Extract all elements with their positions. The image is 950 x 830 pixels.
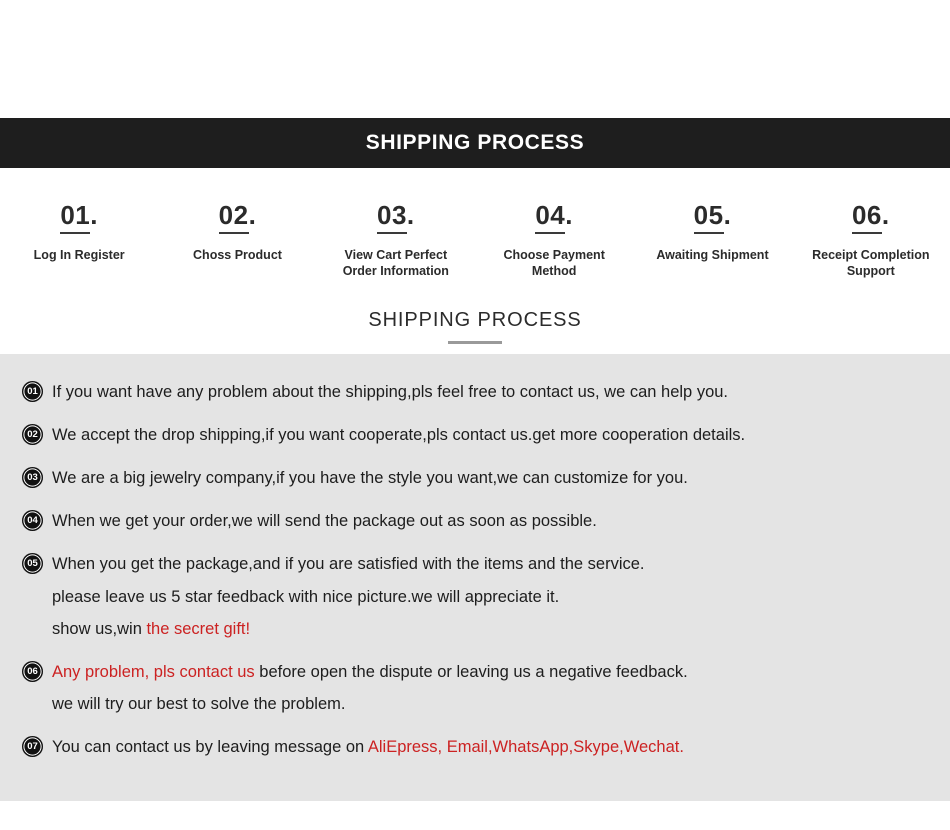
faq-text-line: When you get the package,and if you are … [52,548,645,580]
faq-text: We accept the drop shipping,if you want … [52,419,745,451]
faq-text-line: we will try our best to solve the proble… [52,688,688,720]
faq-number-badge-icon: 03 [22,467,43,489]
step-number: 02. [218,200,257,241]
step-number: 06. [851,200,890,241]
step-number-digits: 04 [535,201,566,235]
faq-item: 07 You can contact us by leaving message … [22,731,932,763]
faq-text: If you want have any problem about the s… [52,376,728,408]
faq-item: 06 Any problem, pls contact us before ope… [22,656,932,720]
step-number-digits: 01 [60,201,91,235]
bottom-spacer [0,800,950,826]
faq-text-segment: If you want have any problem about the s… [52,382,729,401]
faq-text: You can contact us by leaving message on… [52,731,684,763]
faq-text: Any problem, pls contact us before open … [52,656,688,720]
step-number-digits: 06 [851,201,882,235]
step-03: 03. View Cart Perfect Order Information [317,200,475,279]
step-number: 01. [60,200,98,241]
faq-text-segment: When you get the package,and if you are … [52,555,645,574]
step-number: 03. [376,200,415,241]
step-number: 04. [535,200,573,241]
step-number-digits: 02 [218,201,249,235]
faq-text-line: We accept the drop shipping,if you want … [52,419,745,451]
step-label: Choss Product [193,248,282,263]
step-06: 06. Receipt Completion Support [792,200,950,279]
faq-text-highlight: Any problem, pls contact us [52,663,255,681]
step-04: 04. Choose Payment Method [475,200,633,279]
step-label: Awaiting Shipment [656,248,769,263]
faq-number-badge-icon: 05 [22,553,43,575]
step-number-dot: . [248,200,257,230]
step-05: 05. Awaiting Shipment [633,200,791,264]
faq-item: 05 When you get the package,and if you ar… [22,548,932,645]
faq-panel: 01 If you want have any problem about the… [0,353,950,801]
step-label: Log In Register [33,248,125,263]
steps-section: 01. Log In Register 02. Choss Product 03. Vie… [0,168,950,283]
faq-number-badge-icon: 02 [22,423,43,445]
faq-number-badge-icon: 01 [22,380,43,402]
faq-number-badge-icon: 07 [22,736,43,758]
step-number-digits: 03 [376,201,407,235]
faq-text-segment: You can contact us by leaving message on [52,738,368,757]
faq-text: We are a big jewelry company,if you have… [52,462,688,494]
step-number-dot: . [881,200,890,230]
top-spacer [0,0,950,118]
faq-text-highlight: AliEpress, Email,WhatsApp,Skype,Wechat. [367,738,684,757]
faq-text-segment: please leave us 5 star feedback with nic… [52,587,560,606]
step-number-dot: . [723,200,732,230]
step-number-dot: . [406,200,415,230]
section-heading-divider [448,340,502,344]
step-number: 05. [693,200,732,241]
banner-title: SHIPPING PROCESS [365,131,585,154]
faq-text-line: show us,win the secret gift! [52,613,645,645]
faq-text-segment: show us,win [52,619,147,638]
faq-item: 02 We accept the drop shipping,if you wan… [22,419,932,451]
section-heading-title: SHIPPING PROCESS [368,308,582,331]
faq-text-line: You can contact us by leaving message on… [52,731,684,763]
faq-text-segment: We are a big jewelry company,if you have… [52,469,688,488]
faq-text-highlight: the secret gift! [146,619,251,638]
step-number-dot: . [565,200,573,230]
shipping-process-page: SHIPPING PROCESS 01. Log In Register 02. Ch… [0,0,950,830]
section-heading: SHIPPING PROCESS [0,282,950,354]
faq-text-segment: we will try our best to solve the proble… [52,695,346,714]
step-number-digits: 05 [693,201,724,235]
faq-number-badge-icon: 06 [22,661,43,682]
faq-text-line: please leave us 5 star feedback with nic… [52,581,645,613]
step-label: View Cart Perfect Order Information [342,248,449,278]
faq-text-line: When we get your order,we will send the … [52,505,597,537]
step-label: Receipt Completion Support [812,248,930,278]
faq-list: 01 If you want have any problem about the… [0,376,950,764]
step-number-dot: . [90,200,98,230]
shipping-process-banner: SHIPPING PROCESS [0,118,950,168]
faq-item: 01 If you want have any problem about the… [22,376,932,408]
step-02: 02. Choss Product [158,200,316,264]
faq-text-line: If you want have any problem about the s… [52,376,728,408]
faq-text-segment: before open the dispute or leaving us a … [254,663,688,681]
faq-text: When you get the package,and if you are … [52,548,645,645]
faq-item: 03 We are a big jewelry company,if you ha… [22,462,932,494]
faq-item: 04 When we get your order,we will send th… [22,505,932,537]
faq-text-segment: We accept the drop shipping,if you want … [52,425,746,444]
faq-text-line: We are a big jewelry company,if you have… [52,462,688,494]
faq-number-badge-icon: 04 [22,510,43,532]
faq-text-segment: When we get your order,we will send the … [52,512,597,531]
faq-text-line: Any problem, pls contact us before open … [52,656,688,688]
step-label: Choose Payment Method [503,248,605,278]
step-01: 01. Log In Register [0,200,158,264]
steps-row: 01. Log In Register 02. Choss Product 03. Vie… [0,200,950,279]
faq-text: When we get your order,we will send the … [52,505,597,537]
